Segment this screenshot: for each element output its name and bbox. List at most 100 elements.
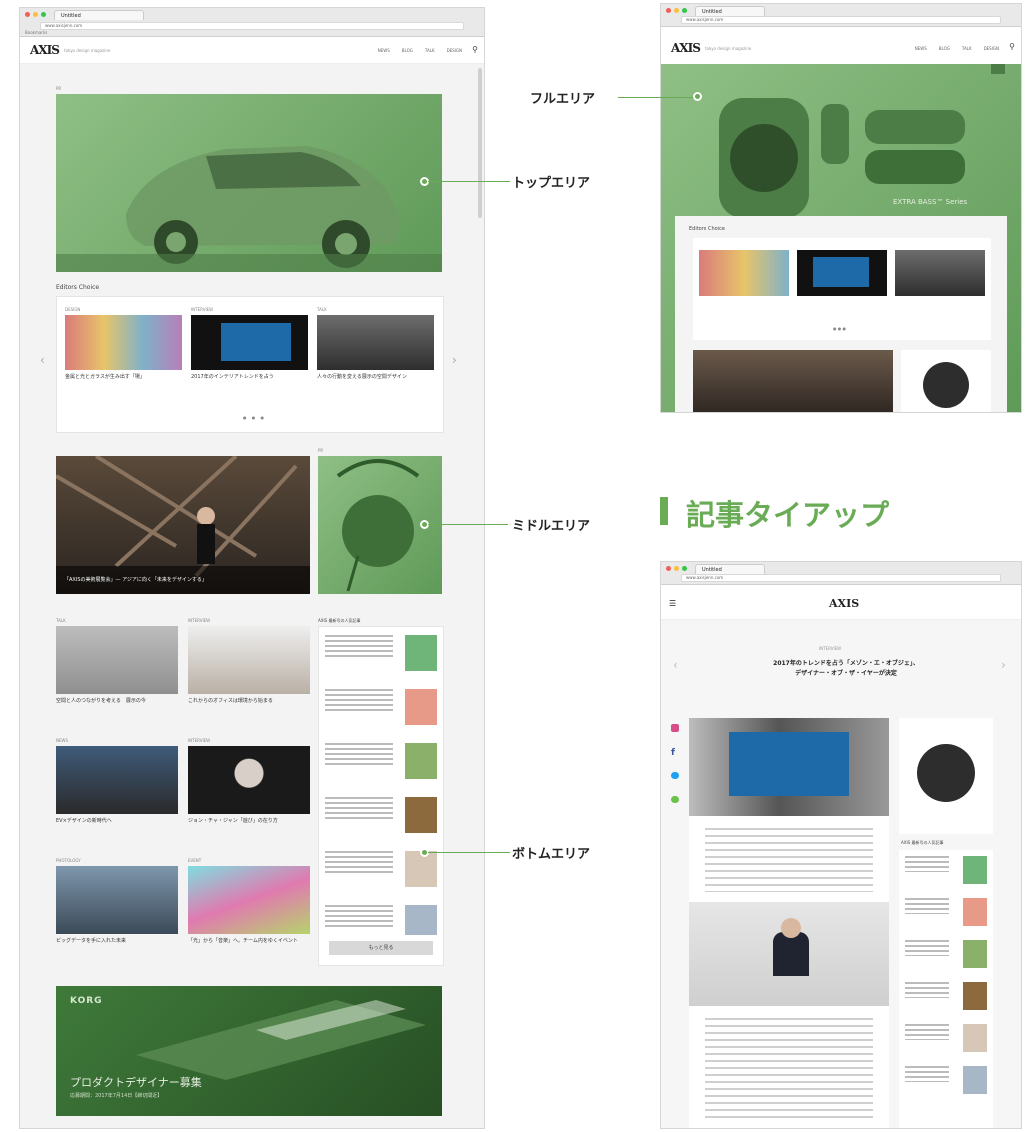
- ranking-item[interactable]: [905, 898, 987, 932]
- sidebar-ranking: [899, 850, 993, 1128]
- browser-tab[interactable]: Untitled: [695, 564, 765, 574]
- browser-chrome: Untitled www.axisjenn.com: [661, 4, 1021, 27]
- ranking-item[interactable]: [325, 905, 437, 935]
- site-logo[interactable]: AXIS: [671, 41, 701, 55]
- next-article-icon[interactable]: ›: [1001, 658, 1006, 672]
- grid-item[interactable]: TALK 空間と人のつながりを考える 展示の今: [56, 618, 178, 705]
- site-logo[interactable]: AXIS: [829, 597, 859, 610]
- item-tag: TALK: [317, 307, 327, 312]
- url-bar[interactable]: www.axisjenn.com: [681, 16, 1001, 24]
- item-thumbnail: [188, 746, 310, 814]
- item-tag: INTERVIEW: [191, 307, 214, 312]
- top-area-banner[interactable]: [56, 94, 442, 272]
- scrollbar[interactable]: [478, 68, 482, 218]
- speaker-illustration: [719, 64, 1005, 218]
- ranking-item[interactable]: [325, 797, 437, 843]
- headphone-ad[interactable]: [901, 350, 991, 412]
- search-icon[interactable]: ⚲: [472, 45, 478, 54]
- carousel-item[interactable]: [895, 250, 985, 296]
- middle-feature[interactable]: 「AXISの美術展覧会」— アジアに向く「未来をデザインする」: [56, 456, 310, 594]
- facebook-icon[interactable]: f: [671, 748, 675, 758]
- carousel-next-icon[interactable]: ›: [452, 353, 457, 367]
- ranking-item[interactable]: [905, 982, 987, 1016]
- window-controls[interactable]: [25, 12, 46, 17]
- nav-item[interactable]: DESIGN: [984, 46, 999, 51]
- url-bar[interactable]: www.axisjenn.com: [681, 574, 1001, 582]
- carousel-item[interactable]: DESIGN 金属と光とガラスが生み出す「場」: [65, 307, 182, 381]
- bookmarks-bar[interactable]: Bookmarks: [25, 30, 47, 35]
- carousel-item[interactable]: TALK 人々の行動を変える展示の空間デザイン: [317, 307, 434, 381]
- carousel-dots[interactable]: ● ● ●: [243, 415, 266, 420]
- grid-item[interactable]: INTERVIEW これからのオフィスは環境から始まる: [188, 618, 310, 705]
- keyboard-illustration: [136, 1000, 426, 1080]
- editors-choice-carousel: DESIGN 金属と光とガラスが生み出す「場」 INTERVIEW 2017年の…: [56, 296, 444, 433]
- label-bottom-area: ボトムエリア: [512, 847, 591, 862]
- workshop-photo: [56, 456, 310, 594]
- editors-choice-title: Editors Choice: [689, 226, 725, 232]
- ranking-item[interactable]: [325, 635, 437, 681]
- grid-item[interactable]: INTERVIEW ジョン・チャ・ジャン「遊び」の在り方: [188, 738, 310, 825]
- ranking-more-button[interactable]: もっと見る: [329, 941, 433, 955]
- ranking-item[interactable]: [905, 940, 987, 974]
- site-header: ☰ AXIS: [661, 585, 1021, 620]
- window-controls[interactable]: [666, 566, 687, 571]
- twitter-icon[interactable]: [671, 772, 679, 779]
- site-header: AXIS tokyo design magazine NEWS BLOG TAL…: [20, 37, 484, 64]
- ranking-item[interactable]: [325, 851, 437, 897]
- article-headline-line2: デザイナー・オブ・ザ・イヤーが決定: [795, 670, 897, 677]
- paragraph-lines: [705, 828, 873, 892]
- window-controls[interactable]: [666, 8, 687, 13]
- middle-feature-caption: 「AXISの美術展覧会」— アジアに向く「未来をデザインする」: [64, 577, 207, 583]
- carousel-item[interactable]: INTERVIEW 2017年のインテリアトレンドを占う: [191, 307, 308, 381]
- url-bar[interactable]: www.axisjenn.com: [40, 22, 464, 30]
- nav-item[interactable]: BLOG: [939, 46, 950, 51]
- instagram-icon[interactable]: [671, 724, 679, 732]
- prev-article-icon[interactable]: ‹: [673, 658, 678, 672]
- right-bottom-browser-window: Untitled www.axisjenn.com ☰ AXIS INTERVI…: [660, 561, 1022, 1129]
- item-caption: 人々の行動を変える展示の空間デザイン: [317, 374, 407, 380]
- full-area-banner[interactable]: EXTRA BASS™ Series Editors Choice ● ● ●: [661, 64, 1021, 412]
- grid-item[interactable]: PHOTOLOGY ピッグデータを手に入れた未来: [56, 858, 178, 945]
- item-caption: 空間と人のつながりを考える 展示の今: [56, 698, 146, 704]
- ranking-item[interactable]: [325, 743, 437, 789]
- label-middle-area: ミドルエリア: [512, 519, 591, 534]
- menu-icon[interactable]: ☰: [669, 599, 676, 608]
- label-top-area: トップエリア: [512, 176, 591, 191]
- nav-item[interactable]: TALK: [425, 48, 435, 53]
- carousel-item[interactable]: [699, 250, 789, 296]
- editors-choice-carousel: ● ● ●: [693, 238, 991, 340]
- article-kicker: INTERVIEW: [819, 646, 842, 651]
- item-caption: これからのオフィスは環境から始まる: [188, 698, 273, 704]
- top-area-pr-label: PR: [56, 86, 62, 91]
- browser-tab[interactable]: Untitled: [695, 6, 765, 16]
- carousel-item[interactable]: [797, 250, 887, 296]
- paragraph-lines: [705, 1018, 873, 1118]
- search-icon[interactable]: ⚲: [1009, 42, 1015, 51]
- connector-line: [428, 852, 510, 853]
- heading-accent-bar: [660, 497, 668, 525]
- carousel-prev-icon[interactable]: ‹: [40, 353, 45, 367]
- item-thumbnail: [191, 315, 308, 370]
- nav-item[interactable]: DESIGN: [447, 48, 462, 53]
- nav-item[interactable]: BLOG: [402, 48, 413, 53]
- browser-tab[interactable]: Untitled: [54, 10, 144, 20]
- sidebar-ad[interactable]: [899, 718, 993, 834]
- site-logo[interactable]: AXIS: [30, 43, 60, 57]
- bottom-area-ad[interactable]: KORG プロダクトデザイナー募集 応募期間：2017年7月14日【締切間近】: [56, 986, 442, 1116]
- feature-photo[interactable]: [693, 350, 893, 412]
- ranking-title: AXIS 最新号の人気記事: [318, 618, 361, 623]
- ranking-item[interactable]: [905, 1024, 987, 1058]
- nav-item[interactable]: NEWS: [378, 48, 390, 53]
- grid-item[interactable]: NEWS EV×デザインの新時代へ: [56, 738, 178, 825]
- right-top-browser-window: Untitled www.axisjenn.com AXIS tokyo des…: [660, 3, 1022, 413]
- ranking-item[interactable]: [325, 689, 437, 735]
- item-thumbnail: [188, 866, 310, 934]
- nav-item[interactable]: TALK: [962, 46, 972, 51]
- nav-item[interactable]: NEWS: [915, 46, 927, 51]
- item-caption: 「光」から「音楽」へ。チーム内をゆくイベント: [188, 938, 298, 944]
- carousel-dots[interactable]: ● ● ●: [833, 326, 846, 331]
- ranking-item[interactable]: [905, 1066, 987, 1100]
- line-icon[interactable]: [671, 796, 679, 803]
- ranking-item[interactable]: [905, 856, 987, 890]
- grid-item[interactable]: EVENT 「光」から「音楽」へ。チーム内をゆくイベント: [188, 858, 310, 945]
